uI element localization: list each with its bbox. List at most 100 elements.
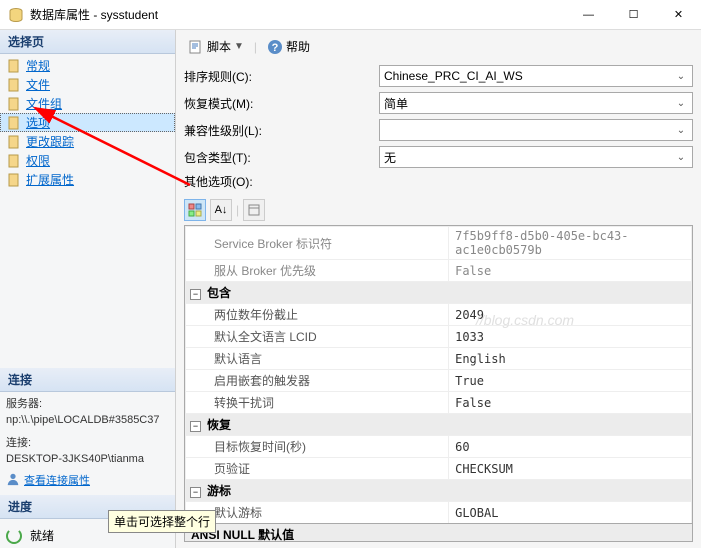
script-icon <box>188 39 204 55</box>
prop-key: Service Broker 标识符 <box>186 227 449 260</box>
other-label: 其他选项(O): <box>184 173 379 190</box>
contain-combo[interactable]: 无⌄ <box>379 146 693 168</box>
sidebar-item-3[interactable]: 选项 <box>0 113 175 132</box>
alphabetical-button[interactable]: A↓ <box>210 199 232 221</box>
grid-row[interactable]: 默认游标GLOBAL <box>186 502 692 524</box>
svg-text:?: ? <box>272 42 279 54</box>
prop-key: 目标恢复时间(秒) <box>186 436 449 458</box>
categorized-button[interactable] <box>184 199 206 221</box>
collation-label: 排序规则(C): <box>184 68 379 85</box>
grid-category[interactable]: −恢复 <box>186 414 692 436</box>
compat-combo[interactable]: ⌄ <box>379 119 693 141</box>
prop-key: 服从 Broker 优先级 <box>186 260 449 282</box>
property-grid[interactable]: Service Broker 标识符7f5b9ff8-d5b0-405e-bc4… <box>184 225 693 524</box>
progress-status: 就绪 <box>30 527 54 544</box>
prop-value[interactable]: 60 <box>449 436 692 458</box>
nav-list: 常规文件文件组选项更改跟踪权限扩展属性 <box>0 54 175 191</box>
connection-header: 连接 <box>0 368 175 392</box>
prop-value[interactable]: 1033 <box>449 326 692 348</box>
page-icon <box>6 96 22 112</box>
minimize-button[interactable]: — <box>566 0 611 29</box>
sidebar-item-label: 文件组 <box>26 95 62 112</box>
page-icon <box>6 134 22 150</box>
sidebar-item-2[interactable]: 文件组 <box>0 94 175 113</box>
prop-value[interactable]: CHECKSUM <box>449 458 692 480</box>
prop-key: 默认游标 <box>186 502 449 524</box>
grid-row[interactable]: 转换干扰词False <box>186 392 692 414</box>
page-icon <box>6 115 22 131</box>
sidebar-item-5[interactable]: 权限 <box>0 151 175 170</box>
close-button[interactable]: ✕ <box>656 0 701 29</box>
chevron-down-icon: ⌄ <box>672 121 690 139</box>
collapse-icon[interactable]: − <box>190 289 201 300</box>
sidebar-item-6[interactable]: 扩展属性 <box>0 170 175 189</box>
sidebar-item-label: 扩展属性 <box>26 171 74 188</box>
compat-row: 兼容性级别(L): ⌄ <box>184 119 693 141</box>
script-button[interactable]: 脚本 ▼ <box>184 36 248 57</box>
page-icon <box>6 153 22 169</box>
conn-value: DESKTOP-3JKS40P\tianma <box>6 451 169 468</box>
prop-key: 页验证 <box>186 458 449 480</box>
sidebar-item-label: 权限 <box>26 152 50 169</box>
contain-row: 包含类型(T): 无⌄ <box>184 146 693 168</box>
collation-combo[interactable]: Chinese_PRC_CI_AI_WS⌄ <box>379 65 693 87</box>
prop-value[interactable]: True <box>449 370 692 392</box>
window-titlebar: 数据库属性 - sysstudent — ☐ ✕ <box>0 0 701 30</box>
other-row: 其他选项(O): <box>184 173 693 190</box>
prop-value[interactable]: False <box>449 392 692 414</box>
collapse-icon[interactable]: − <box>190 421 201 432</box>
grid-row[interactable]: 页验证CHECKSUM <box>186 458 692 480</box>
prop-key: 两位数年份截止 <box>186 304 449 326</box>
prop-value[interactable]: GLOBAL <box>449 502 692 524</box>
prop-value[interactable]: 2049 <box>449 304 692 326</box>
user-icon <box>6 472 20 492</box>
grid-category[interactable]: −包含 <box>186 282 692 304</box>
compat-label: 兼容性级别(L): <box>184 122 379 139</box>
prop-page-button[interactable] <box>243 199 265 221</box>
chevron-down-icon: ⌄ <box>672 67 690 85</box>
contain-label: 包含类型(T): <box>184 149 379 166</box>
help-button[interactable]: ? 帮助 <box>263 36 314 57</box>
grid-category[interactable]: −游标 <box>186 480 692 502</box>
grid-toolbar: A↓ | <box>184 195 693 225</box>
page-icon <box>6 172 22 188</box>
prop-value[interactable]: English <box>449 348 692 370</box>
chevron-down-icon: ⌄ <box>672 148 690 166</box>
collapse-icon[interactable]: − <box>190 487 201 498</box>
collation-row: 排序规则(C): Chinese_PRC_CI_AI_WS⌄ <box>184 65 693 87</box>
connection-info: 服务器: np:\\.\pipe\LOCALDB#3585C37 连接: DES… <box>0 392 175 496</box>
select-page-header: 选择页 <box>0 30 175 54</box>
prop-key: 启用嵌套的触发器 <box>186 370 449 392</box>
grid-row[interactable]: Service Broker 标识符7f5b9ff8-d5b0-405e-bc4… <box>186 227 692 260</box>
sidebar-item-1[interactable]: 文件 <box>0 75 175 94</box>
main-panel: 脚本 ▼ | ? 帮助 排序规则(C): Chinese_PRC_CI_AI_W… <box>176 30 701 548</box>
sidebar-item-0[interactable]: 常规 <box>0 56 175 75</box>
maximize-button[interactable]: ☐ <box>611 0 656 29</box>
grid-row[interactable]: 服从 Broker 优先级False <box>186 260 692 282</box>
page-icon <box>6 58 22 74</box>
prop-key: 转换干扰词 <box>186 392 449 414</box>
sidebar-item-4[interactable]: 更改跟踪 <box>0 132 175 151</box>
prop-value[interactable]: 7f5b9ff8-d5b0-405e-bc43-ac1e0cb0579b <box>449 227 692 260</box>
help-icon: ? <box>267 39 283 55</box>
grid-row[interactable]: 默认全文语言 LCID1033 <box>186 326 692 348</box>
sidebar-item-label: 常规 <box>26 57 50 74</box>
sidebar-item-label: 更改跟踪 <box>26 133 74 150</box>
server-label: 服务器: <box>6 396 169 413</box>
recovery-label: 恢复模式(M): <box>184 95 379 112</box>
sidebar: 选择页 常规文件文件组选项更改跟踪权限扩展属性 连接 服务器: np:\\.\p… <box>0 30 176 548</box>
chevron-down-icon: ▼ <box>234 41 244 52</box>
grid-row[interactable]: 启用嵌套的触发器True <box>186 370 692 392</box>
grid-row[interactable]: 两位数年份截止2049 <box>186 304 692 326</box>
grid-row[interactable]: 目标恢复时间(秒)60 <box>186 436 692 458</box>
row-tooltip: 单击可选择整个行 <box>108 510 216 533</box>
recovery-combo[interactable]: 简单⌄ <box>379 92 693 114</box>
progress-ring-icon <box>6 528 22 544</box>
server-value: np:\\.\pipe\LOCALDB#3585C37 <box>6 412 169 429</box>
view-connection-link[interactable]: 查看连接属性 <box>24 473 90 490</box>
grid-row[interactable]: 默认语言English <box>186 348 692 370</box>
conn-label: 连接: <box>6 435 169 452</box>
database-icon <box>8 7 24 23</box>
grid-status: ANSI NULL 默认值 <box>184 524 693 542</box>
prop-value[interactable]: False <box>449 260 692 282</box>
